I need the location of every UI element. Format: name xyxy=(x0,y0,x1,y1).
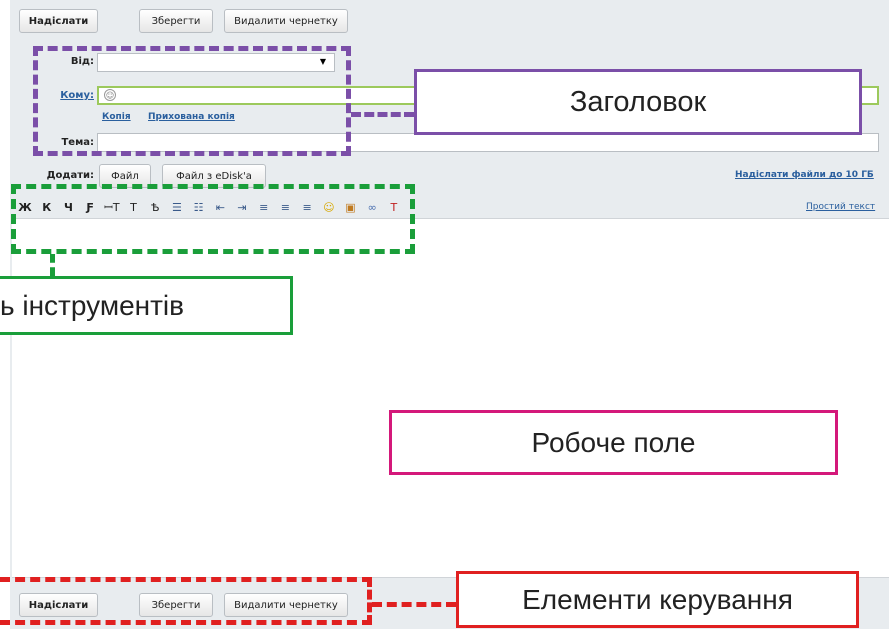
header-highlight xyxy=(33,46,351,156)
toolbar-callout: ь інструментів xyxy=(0,276,293,335)
indent-icon[interactable]: ⇥ xyxy=(233,200,251,214)
text-color-icon[interactable]: T xyxy=(125,200,143,214)
controls-connector xyxy=(372,602,456,607)
outdent-icon[interactable]: ⇤ xyxy=(211,200,229,214)
attach-label: Додати: xyxy=(46,170,94,181)
font-icon[interactable]: Ƒ xyxy=(81,200,99,214)
delete-draft-button[interactable]: Видалити чернетку xyxy=(224,9,348,33)
controls-highlight xyxy=(0,577,372,625)
bulleted-list-icon[interactable]: ☷ xyxy=(190,200,208,214)
underline-icon[interactable]: Ч xyxy=(59,200,77,214)
plain-text-link[interactable]: Простий текст xyxy=(806,202,875,212)
link-icon[interactable]: ∞ xyxy=(363,200,381,214)
message-body-editor[interactable] xyxy=(12,218,889,578)
font-size-icon[interactable]: ꟷT xyxy=(103,200,121,214)
controls-callout: Елементи керування xyxy=(456,571,859,628)
header-callout: Заголовок xyxy=(414,69,862,135)
toolbar-highlight xyxy=(11,184,415,254)
save-button[interactable]: Зберегти xyxy=(139,9,213,33)
bold-icon[interactable]: Ж xyxy=(16,200,34,214)
background-color-icon[interactable]: Ѣ xyxy=(146,200,164,214)
header-connector xyxy=(351,112,414,117)
italic-icon[interactable]: К xyxy=(38,200,56,214)
smiley-icon[interactable]: ☺ xyxy=(320,200,338,214)
toolbar-connector xyxy=(50,254,55,276)
align-left-icon[interactable]: ≡ xyxy=(255,200,273,214)
align-center-icon[interactable]: ≡ xyxy=(276,200,294,214)
align-right-icon[interactable]: ≡ xyxy=(298,200,316,214)
clear-format-icon[interactable]: T xyxy=(385,200,403,214)
send-button[interactable]: Надіслати xyxy=(19,9,98,33)
numbered-list-icon[interactable]: ☰ xyxy=(168,200,186,214)
send-large-files-link[interactable]: Надіслати файли до 10 ГБ xyxy=(735,170,874,180)
image-icon[interactable]: ▣ xyxy=(342,200,360,214)
workspace-callout: Робоче поле xyxy=(389,410,838,475)
